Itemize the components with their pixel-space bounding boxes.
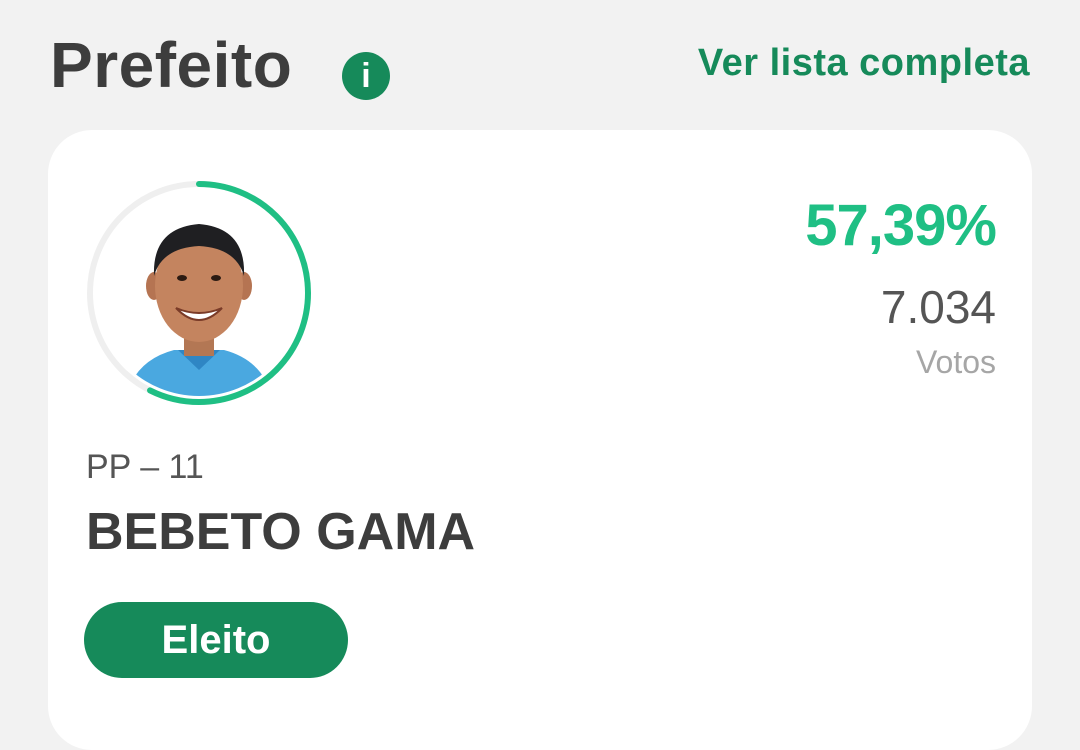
candidate-card[interactable]: 57,39% 7.034 Votos PP – 11 BEBETO GAMA E… — [48, 130, 1032, 750]
party-number: PP – 11 — [86, 448, 204, 486]
candidate-name: BEBETO GAMA — [86, 503, 476, 561]
see-full-list-link[interactable]: Ver lista completa — [698, 42, 1030, 85]
status-badge: Eleito — [84, 602, 348, 678]
avatar-with-progress-ring — [82, 176, 316, 410]
candidate-photo — [96, 190, 302, 396]
info-icon[interactable]: i — [342, 52, 390, 100]
vote-count: 7.034 — [880, 281, 996, 333]
section-title: Prefeito — [50, 29, 293, 101]
section-header: Prefeito i Ver lista completa — [50, 22, 1030, 112]
vote-count-label: Votos — [915, 344, 996, 380]
candidate-photo-illustration — [96, 190, 302, 396]
vote-percentage: 57,39% — [805, 193, 997, 258]
